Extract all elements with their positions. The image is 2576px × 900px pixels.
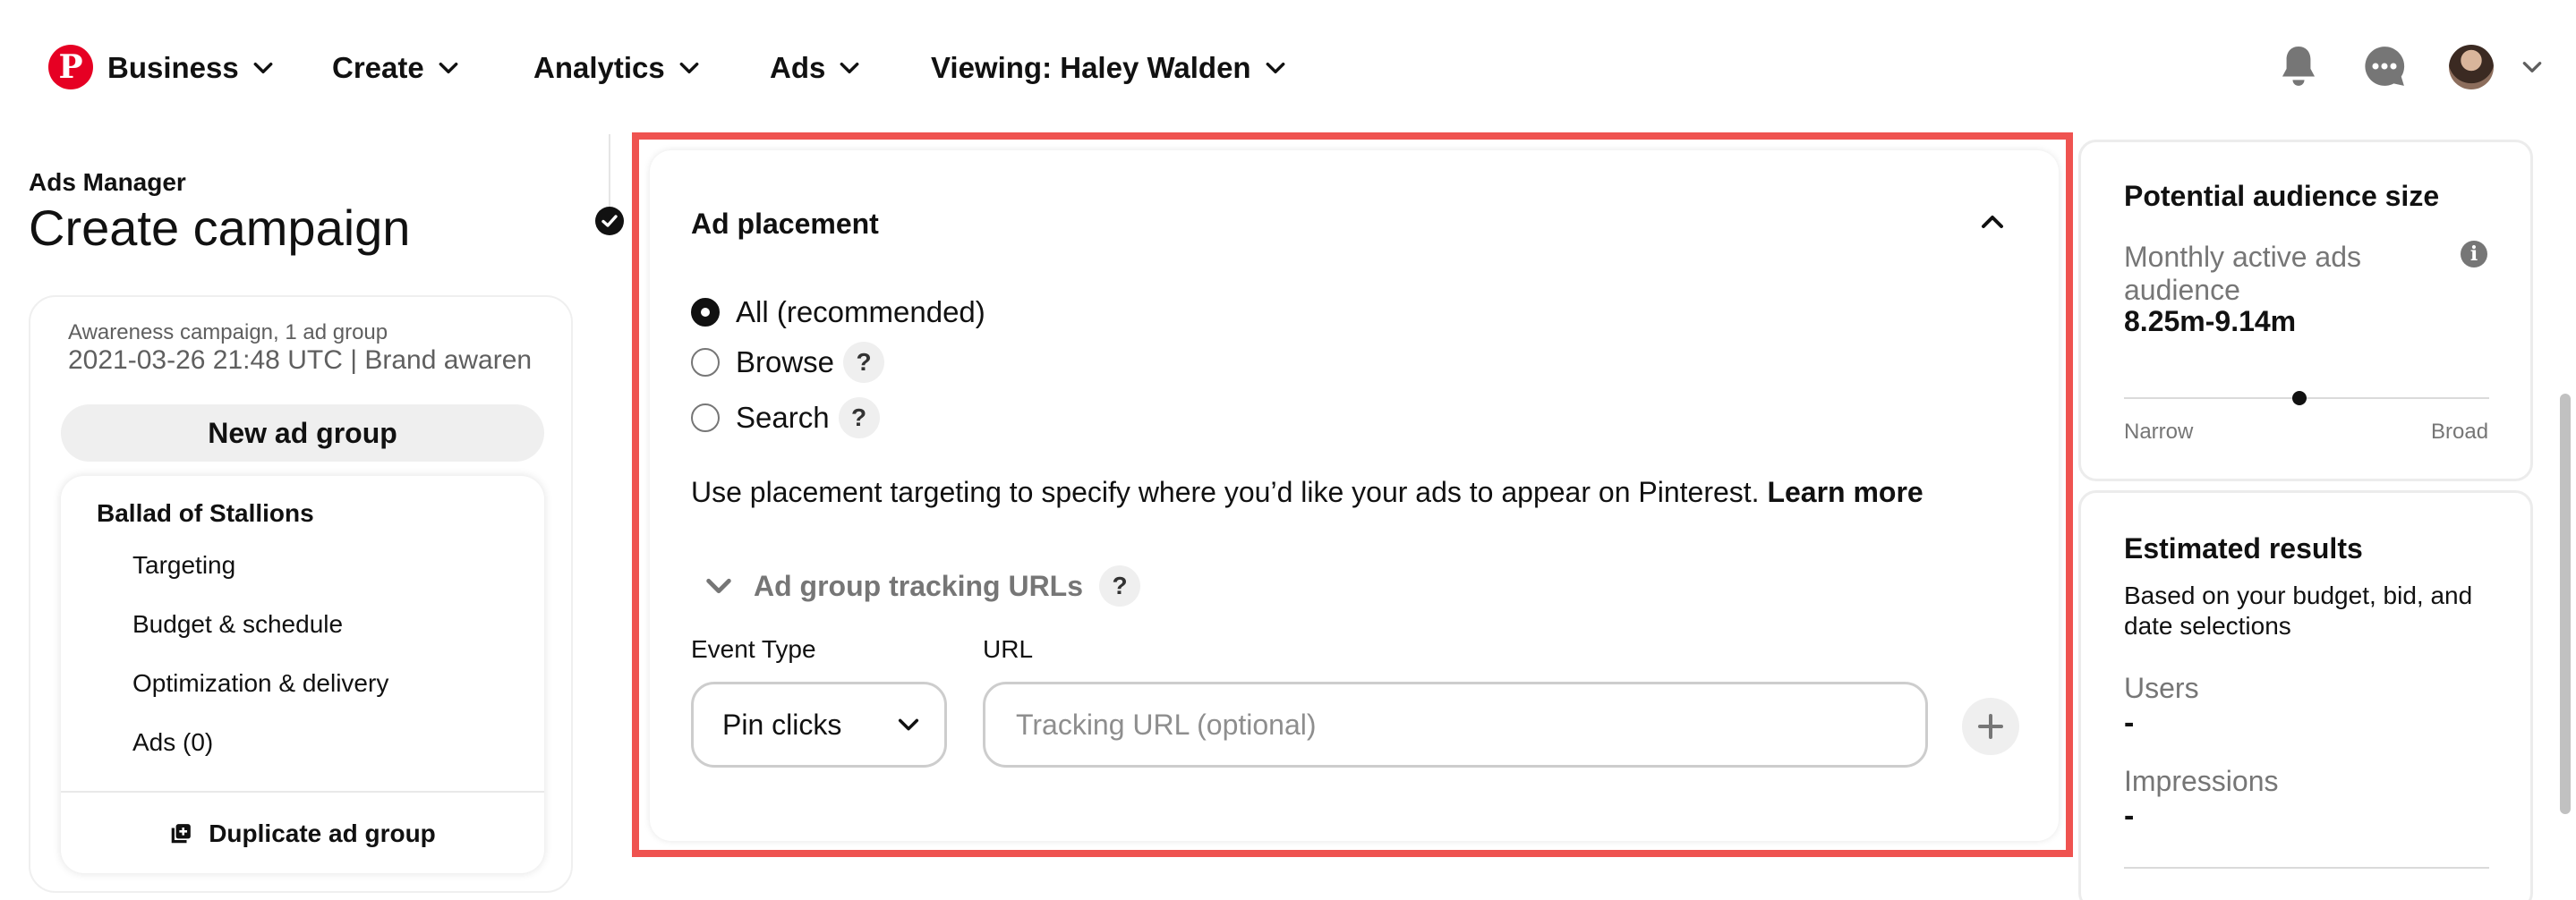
divider [61, 791, 544, 793]
audience-breadth-slider-track [2124, 391, 2489, 405]
section-title: Ad placement [691, 208, 879, 240]
placement-option-label: All (recommended) [736, 295, 985, 328]
audience-size-title: Potential audience size [2124, 180, 2440, 212]
impressions-value: - [2124, 799, 2135, 833]
url-label: URL [983, 635, 1034, 663]
add-tracking-url-plus-icon[interactable] [1962, 698, 2019, 755]
duplicate-icon [171, 824, 192, 844]
top-nav: P Business Create Analytics Ads Viewing:… [0, 0, 2576, 134]
pinterest-logo-icon[interactable]: P [48, 45, 93, 89]
placement-option-all[interactable]: All (recommended) [691, 295, 985, 329]
users-label: Users [2124, 672, 2199, 704]
event-type-select[interactable]: Pin clicks [691, 682, 947, 768]
chevron-down-icon [840, 62, 859, 74]
placement-helper-text: Use placement targeting to specify where… [691, 476, 1923, 509]
notifications-bell-icon[interactable] [2273, 41, 2324, 91]
help-icon[interactable]: ? [838, 397, 880, 438]
nav-viewing-label: Viewing: Haley Walden [931, 51, 1251, 84]
campaign-meta: Awareness campaign, 1 ad group [68, 320, 388, 344]
estimated-results-title: Estimated results [2124, 532, 2363, 565]
audience-size-card: Potential audience size Monthly active a… [2078, 140, 2533, 481]
help-icon[interactable]: ? [1099, 565, 1141, 607]
ad-group-panel: Ballad of Stallions Targeting Budget & s… [61, 476, 544, 873]
placement-option-browse[interactable]: Browse ? [691, 342, 885, 383]
ad-group-name[interactable]: Ballad of Stallions [97, 499, 314, 528]
chevron-down-icon [1266, 62, 1284, 74]
narrow-label: Narrow [2124, 420, 2194, 444]
users-value: - [2124, 706, 2135, 740]
audience-metric-value: 8.25m-9.14m [2124, 305, 2297, 337]
impressions-label: Impressions [2124, 765, 2279, 797]
learn-more-link[interactable]: Learn more [1767, 476, 1923, 508]
placement-option-label: Browse [736, 345, 835, 378]
chevron-down-icon [439, 62, 458, 74]
new-ad-group-button[interactable]: New ad group [61, 404, 544, 462]
nav-ads-menu[interactable]: Ads [770, 43, 861, 93]
event-type-value: Pin clicks [722, 708, 842, 741]
step-connector [609, 134, 610, 215]
step-complete-check-icon [595, 207, 624, 235]
ad-group-link-ads[interactable]: Ads (0) [132, 728, 213, 757]
page-title: Create campaign [29, 200, 411, 256]
nav-business-menu[interactable]: Business [107, 43, 275, 93]
nav-viewing-account-menu[interactable]: Viewing: Haley Walden [931, 43, 1287, 93]
scrollbar-thumb[interactable] [2560, 394, 2571, 814]
collapse-section-chevron-up-icon[interactable] [1973, 202, 2012, 242]
ad-group-link-optimization-delivery[interactable]: Optimization & delivery [132, 669, 388, 698]
helper-text-body: Use placement targeting to specify where… [691, 476, 1760, 508]
nav-business-label: Business [107, 51, 239, 84]
event-type-label: Event Type [691, 635, 816, 663]
tracking-urls-toggle[interactable]: Ad group tracking URLs ? [704, 565, 1141, 607]
account-chevron-down-icon[interactable] [2521, 55, 2544, 79]
tracking-url-input[interactable] [983, 682, 1928, 768]
user-avatar[interactable] [2449, 45, 2494, 89]
tracking-urls-title: Ad group tracking URLs [754, 569, 1084, 602]
nav-ads-label: Ads [770, 51, 826, 84]
chevron-down-icon [253, 62, 273, 74]
nav-create-menu[interactable]: Create [332, 43, 460, 93]
help-icon[interactable]: ? [843, 342, 885, 383]
broad-label: Broad [2431, 420, 2489, 444]
nav-analytics-menu[interactable]: Analytics [533, 43, 701, 93]
duplicate-ad-group-label: Duplicate ad group [209, 819, 436, 847]
ad-placement-section: Ad placement All (recommended) Browse ? … [650, 150, 2059, 841]
divider [2124, 867, 2489, 869]
estimated-results-subtitle: Based on your budget, bid, and date sele… [2124, 582, 2473, 640]
chevron-down-icon [898, 718, 919, 731]
audience-metric-label: Monthly active ads audience [2124, 241, 2362, 306]
chevron-down-icon [706, 578, 731, 594]
chevron-down-icon [679, 62, 699, 74]
radio-button[interactable] [691, 403, 720, 432]
info-icon[interactable]: i [2461, 241, 2487, 267]
placement-option-label: Search [736, 401, 830, 434]
campaign-summary-card: Awareness campaign, 1 ad group 2021-03-2… [29, 295, 573, 893]
campaign-description[interactable]: 2021-03-26 21:48 UTC | Brand awaren... [68, 345, 533, 376]
ad-group-link-budget-schedule[interactable]: Budget & schedule [132, 610, 343, 639]
nav-analytics-label: Analytics [533, 51, 665, 84]
radio-button-selected[interactable] [691, 298, 720, 327]
ad-group-link-targeting[interactable]: Targeting [132, 551, 235, 580]
radio-button[interactable] [691, 348, 720, 377]
nav-create-label: Create [332, 51, 424, 84]
placement-option-search[interactable]: Search ? [691, 397, 880, 438]
estimated-results-card: Estimated results Based on your budget, … [2078, 490, 2533, 900]
messages-chat-icon[interactable] [2359, 41, 2410, 91]
ads-manager-eyebrow: Ads Manager [29, 168, 186, 196]
audience-breadth-indicator [2291, 391, 2307, 405]
duplicate-ad-group-button[interactable]: Duplicate ad group [61, 809, 544, 859]
